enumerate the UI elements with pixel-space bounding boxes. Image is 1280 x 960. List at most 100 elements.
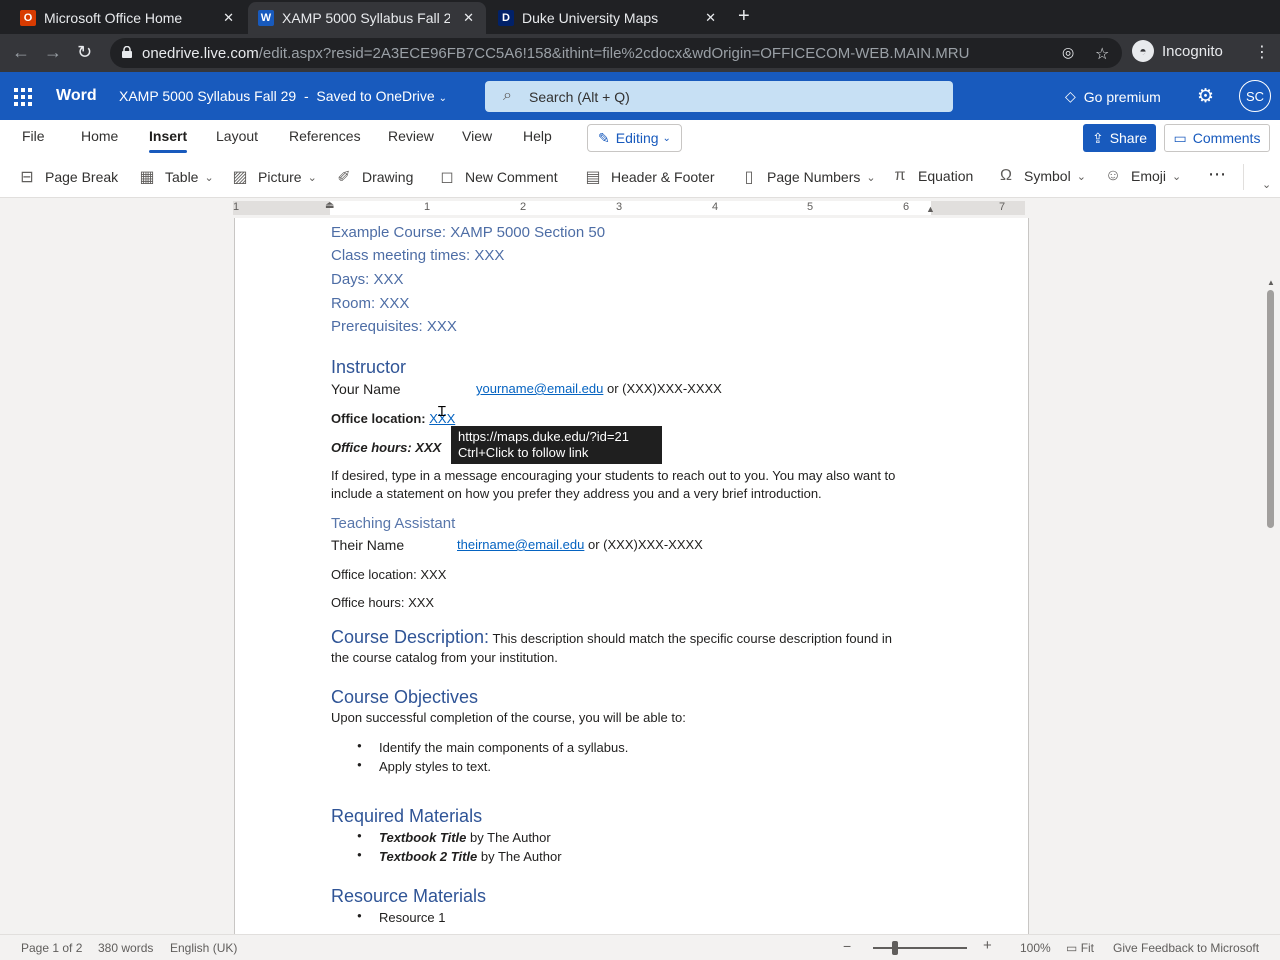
tab-title: Microsoft Office Home bbox=[44, 10, 183, 26]
instructor-email-link[interactable]: yourname@email.edu bbox=[476, 381, 603, 396]
word-header: Word XAMP 5000 Syllabus Fall 29 - Saved … bbox=[0, 72, 1280, 120]
ta-heading: Teaching Assistant bbox=[331, 515, 456, 532]
reload-icon[interactable]: ↻ bbox=[77, 42, 92, 62]
scrollbar-thumb[interactable] bbox=[1267, 290, 1274, 528]
back-icon[interactable]: ← bbox=[12, 42, 30, 62]
go-premium-button[interactable]: ◇ Go premium bbox=[1065, 88, 1161, 105]
zoom-level[interactable]: 100% bbox=[1020, 941, 1051, 955]
address-bar[interactable]: onedrive.live.com/edit.aspx?resid=2A3ECE… bbox=[110, 38, 1122, 68]
star-icon[interactable]: ☆ bbox=[1095, 44, 1109, 64]
browser-tab-office-home[interactable]: O Microsoft Office Home ✕ bbox=[0, 2, 246, 34]
app-launcher-icon[interactable] bbox=[14, 88, 32, 106]
tab-review[interactable]: Review bbox=[388, 128, 434, 144]
close-icon[interactable]: ✕ bbox=[705, 10, 716, 26]
more-options-icon[interactable]: ⋯ bbox=[1208, 164, 1226, 185]
close-icon[interactable]: ✕ bbox=[463, 10, 474, 26]
page-break-label: Page Break bbox=[45, 169, 119, 185]
instructor-name: Your Name bbox=[331, 381, 401, 397]
list-item: Identify the main components of a syllab… bbox=[357, 740, 628, 755]
description-line-1: Course Description: This description sho… bbox=[331, 627, 892, 648]
search-icon: ⌕ bbox=[503, 87, 512, 104]
tab-view[interactable]: View bbox=[462, 128, 492, 144]
drawing-button[interactable]: ✐ Drawing bbox=[335, 167, 413, 187]
document-canvas[interactable]: Example Course: XAMP 5000 Section 50 Cla… bbox=[0, 218, 1280, 934]
editing-label: Editing bbox=[615, 130, 659, 146]
fit-button[interactable]: ▭ Fit bbox=[1066, 941, 1094, 955]
editing-mode-button[interactable]: ✎ Editing ⌄ bbox=[587, 124, 682, 152]
incognito-icon: ◓ bbox=[1132, 40, 1154, 62]
office-icon: O bbox=[20, 10, 36, 26]
eye-off-icon[interactable]: ◎ bbox=[1062, 44, 1074, 61]
close-icon[interactable]: ✕ bbox=[223, 10, 234, 26]
page-numbers-button[interactable]: ▯ Page Numbers ⌄ bbox=[740, 167, 876, 187]
comments-button[interactable]: ▭ Comments bbox=[1164, 124, 1270, 152]
search-box[interactable]: ⌕ bbox=[485, 81, 953, 112]
browser-tab-duke-maps[interactable]: D Duke University Maps ✕ bbox=[488, 2, 728, 34]
equation-button[interactable]: π Equation bbox=[891, 167, 973, 185]
emoji-button[interactable]: ☺ Emoji ⌄ bbox=[1104, 167, 1181, 185]
feedback-link[interactable]: Give Feedback to Microsoft bbox=[1113, 941, 1259, 955]
zoom-in-icon[interactable]: + bbox=[983, 937, 992, 954]
indent-marker-icon[interactable]: ⏏ bbox=[325, 200, 334, 211]
divider bbox=[1243, 164, 1244, 190]
vertical-scrollbar[interactable]: ▲ bbox=[1262, 218, 1280, 934]
incognito-indicator[interactable]: ◓ Incognito bbox=[1132, 40, 1223, 62]
ta-contact: theirname@email.edu or (XXX)XXX-XXXX bbox=[457, 537, 703, 552]
zoom-slider[interactable] bbox=[873, 947, 967, 949]
days-line: Days: XXX bbox=[331, 271, 404, 288]
forward-icon[interactable]: → bbox=[44, 42, 62, 62]
tab-references[interactable]: References bbox=[289, 128, 361, 144]
tab-layout[interactable]: Layout bbox=[216, 128, 258, 144]
textbook-title: Textbook 2 Title bbox=[379, 849, 478, 864]
symbol-button[interactable]: Ω Symbol ⌄ bbox=[997, 167, 1086, 185]
browser-toolbar: ← → ↻ onedrive.live.com/edit.aspx?resid=… bbox=[0, 34, 1280, 72]
header-footer-button[interactable]: ▤ Header & Footer bbox=[584, 167, 714, 187]
office-location-line: Office location: XXX bbox=[331, 411, 455, 426]
tab-file[interactable]: File bbox=[22, 128, 45, 144]
status-bar: Page 1 of 2 380 words English (UK) − + 1… bbox=[0, 934, 1280, 960]
url-text: onedrive.live.com/edit.aspx?resid=2A3ECE… bbox=[142, 45, 969, 62]
tab-home[interactable]: Home bbox=[81, 128, 118, 144]
picture-icon: ▨ bbox=[232, 169, 248, 186]
tab-title: XAMP 5000 Syllabus Fall 29 bbox=[282, 10, 450, 26]
instructor-phone: or (XXX)XXX-XXXX bbox=[603, 381, 722, 396]
app-name[interactable]: Word bbox=[56, 87, 97, 105]
share-button[interactable]: ⇪ Share bbox=[1083, 124, 1156, 152]
chevron-down-icon: ⌄ bbox=[1076, 170, 1086, 183]
header-footer-icon: ▤ bbox=[585, 169, 601, 186]
search-input[interactable] bbox=[529, 87, 929, 107]
tab-title: Duke University Maps bbox=[522, 10, 659, 26]
ta-email-link[interactable]: theirname@email.edu bbox=[457, 537, 584, 552]
zoom-out-icon[interactable]: − bbox=[843, 938, 851, 954]
picture-button[interactable]: ▨ Picture ⌄ bbox=[231, 167, 316, 187]
document-page[interactable]: Example Course: XAMP 5000 Section 50 Cla… bbox=[234, 218, 1029, 934]
scroll-up-icon[interactable]: ▲ bbox=[1267, 278, 1275, 287]
chevron-down-icon[interactable]: ⌄ bbox=[1262, 178, 1271, 191]
message-line-1: If desired, type in a message encouragin… bbox=[331, 468, 896, 483]
page-count[interactable]: Page 1 of 2 bbox=[21, 941, 82, 955]
page-break-button[interactable]: ⊟ Page Break bbox=[18, 167, 118, 187]
browser-menu-icon[interactable]: ⋮ bbox=[1254, 42, 1270, 62]
tab-insert[interactable]: Insert bbox=[149, 128, 188, 153]
zoom-slider-thumb[interactable] bbox=[892, 941, 898, 955]
word-count[interactable]: 380 words bbox=[98, 941, 153, 955]
language[interactable]: English (UK) bbox=[170, 941, 237, 955]
chevron-down-icon: ⌄ bbox=[204, 171, 214, 184]
right-indent-marker-icon[interactable]: ▲ bbox=[926, 204, 935, 214]
prereq-line: Prerequisites: XXX bbox=[331, 318, 457, 335]
lock-icon bbox=[122, 46, 132, 58]
new-tab-icon[interactable]: + bbox=[738, 6, 750, 26]
browser-tab-syllabus[interactable]: W XAMP 5000 Syllabus Fall 29 ✕ bbox=[248, 2, 486, 34]
insert-ribbon: ⊟ Page Break ▦ Table ⌄ ▨ Picture ⌄ ✐ Drawing ◻… bbox=[0, 156, 1280, 198]
chevron-down-icon: ⌄ bbox=[662, 132, 671, 144]
office-hours-line: Office hours: XXX bbox=[331, 440, 442, 455]
new-comment-button[interactable]: ◻ New Comment bbox=[438, 167, 557, 187]
comment-icon: ◻ bbox=[440, 169, 454, 186]
avatar[interactable]: SC bbox=[1239, 80, 1271, 112]
table-button[interactable]: ▦ Table ⌄ bbox=[138, 167, 214, 187]
gear-icon[interactable]: ⚙ bbox=[1197, 85, 1214, 108]
ruler[interactable]: 1 1 2 3 4 5 6 7 ⏏ ▲ bbox=[0, 198, 1280, 218]
table-icon: ▦ bbox=[139, 169, 155, 186]
document-title[interactable]: XAMP 5000 Syllabus Fall 29 - Saved to On… bbox=[119, 88, 447, 104]
tab-help[interactable]: Help bbox=[523, 128, 552, 144]
